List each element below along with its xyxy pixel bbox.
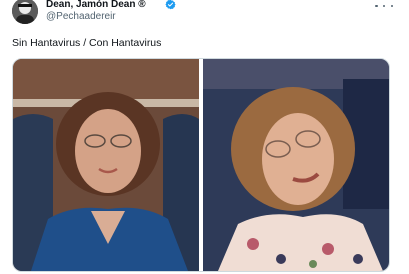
- author-handle[interactable]: @Pechaadereir: [46, 11, 116, 22]
- author-name[interactable]: Dean, Jamón Dean ®: [46, 0, 146, 10]
- more-options-icon[interactable]: [375, 0, 393, 12]
- post-header: Dean, Jamón Dean ® @Pechaadereir: [12, 0, 397, 26]
- verified-badge-icon: [165, 0, 176, 10]
- post-media[interactable]: [12, 58, 390, 272]
- photo-right: [203, 59, 389, 271]
- media-image: [13, 59, 389, 271]
- photo-left: [13, 59, 199, 271]
- post-text: Sin Hantavirus / Con Hantavirus: [12, 37, 162, 49]
- avatar-image: [12, 0, 38, 24]
- avatar[interactable]: [12, 0, 38, 24]
